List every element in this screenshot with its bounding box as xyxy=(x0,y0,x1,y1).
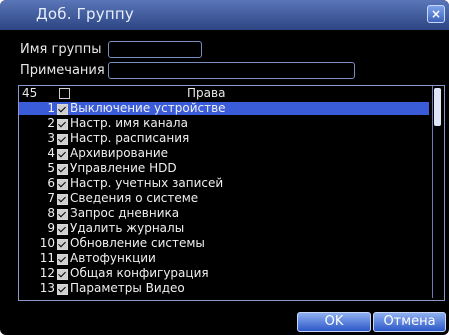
permission-row[interactable]: 9 Удалить журналы xyxy=(19,222,429,235)
row-number: 2 xyxy=(47,116,55,130)
permission-checkbox[interactable] xyxy=(57,239,68,250)
list-scrollbar[interactable] xyxy=(432,86,443,298)
permissions-list: 45 Права 1 Выключение устройстве 2 Настр. и… xyxy=(18,85,445,301)
permission-label: Архивирование xyxy=(70,146,169,160)
row-number: 1 xyxy=(47,101,55,115)
permission-row[interactable]: 5 Управление HDD xyxy=(19,162,429,175)
permissions-count: 45 xyxy=(22,86,38,100)
permission-row[interactable]: 8 Запрос дневника xyxy=(19,207,429,220)
permission-checkbox[interactable] xyxy=(57,179,68,190)
permission-row[interactable]: 11 Автофункции xyxy=(19,252,429,265)
add-group-dialog: Доб. Группу × Имя группы Примечания 45 П… xyxy=(0,0,449,335)
row-number: 13 xyxy=(39,281,55,295)
row-number: 5 xyxy=(47,161,55,175)
title-bar[interactable]: Доб. Группу × xyxy=(0,0,449,30)
permission-checkbox[interactable] xyxy=(57,284,68,295)
permission-label: Запрос дневника xyxy=(70,206,180,220)
dialog-title: Доб. Группу xyxy=(36,5,134,23)
permission-row[interactable]: 12 Общая конфигурация xyxy=(19,267,429,280)
permission-label: Настр. учетных записей xyxy=(70,176,224,190)
permission-row[interactable]: 13 Параметры Видео xyxy=(19,282,429,295)
permission-label: Настр. расписания xyxy=(70,131,190,145)
permission-checkbox[interactable] xyxy=(57,254,68,265)
permission-checkbox[interactable] xyxy=(57,164,68,175)
permission-label: Параметры Видео xyxy=(70,281,185,295)
permission-label: Автофункции xyxy=(70,251,156,265)
group-name-label: Имя группы xyxy=(20,42,102,57)
row-number: 3 xyxy=(47,131,55,145)
permission-label: Настр. имя канала xyxy=(70,116,188,130)
permission-row[interactable]: 2 Настр. имя канала xyxy=(19,117,429,130)
permission-row[interactable]: 1 Выключение устройстве xyxy=(19,102,429,115)
group-name-input[interactable] xyxy=(108,41,202,58)
permission-label: Обновление системы xyxy=(70,236,205,250)
row-number: 10 xyxy=(39,236,55,250)
scroll-thumb[interactable] xyxy=(434,88,441,126)
cancel-button[interactable]: Отмена xyxy=(373,312,446,332)
permission-checkbox[interactable] xyxy=(57,104,68,115)
permission-row[interactable]: 6 Настр. учетных записей xyxy=(19,177,429,190)
permission-row[interactable]: 7 Сведения о системе xyxy=(19,192,429,205)
close-icon[interactable]: × xyxy=(427,5,445,23)
permission-checkbox[interactable] xyxy=(57,134,68,145)
notes-label: Примечания xyxy=(20,63,105,78)
permission-checkbox[interactable] xyxy=(57,194,68,205)
permission-row[interactable]: 4 Архивирование xyxy=(19,147,429,160)
permission-checkbox[interactable] xyxy=(57,209,68,220)
ok-button[interactable]: OK xyxy=(297,312,371,332)
permission-row[interactable]: 3 Настр. расписания xyxy=(19,132,429,145)
permission-label: Удалить журналы xyxy=(70,221,185,235)
row-number: 7 xyxy=(47,191,55,205)
permission-row[interactable]: 10 Обновление системы xyxy=(19,237,429,250)
row-number: 4 xyxy=(47,146,55,160)
notes-input[interactable] xyxy=(108,62,355,79)
list-header: 45 Права xyxy=(19,86,429,101)
select-all-checkbox[interactable] xyxy=(59,88,70,99)
permission-label: Общая конфигурация xyxy=(70,266,209,280)
row-number: 6 xyxy=(47,176,55,190)
permission-checkbox[interactable] xyxy=(57,224,68,235)
row-number: 9 xyxy=(47,221,55,235)
permission-checkbox[interactable] xyxy=(57,149,68,160)
row-number: 12 xyxy=(39,266,55,280)
permission-label: Сведения о системе xyxy=(70,191,199,205)
permission-label: Выключение устройстве xyxy=(70,101,226,115)
permission-checkbox[interactable] xyxy=(57,269,68,280)
row-number: 11 xyxy=(39,251,55,265)
permission-label: Управление HDD xyxy=(70,161,177,175)
row-number: 8 xyxy=(47,206,55,220)
permissions-column-header: Права xyxy=(187,86,226,100)
permission-checkbox[interactable] xyxy=(57,119,68,130)
